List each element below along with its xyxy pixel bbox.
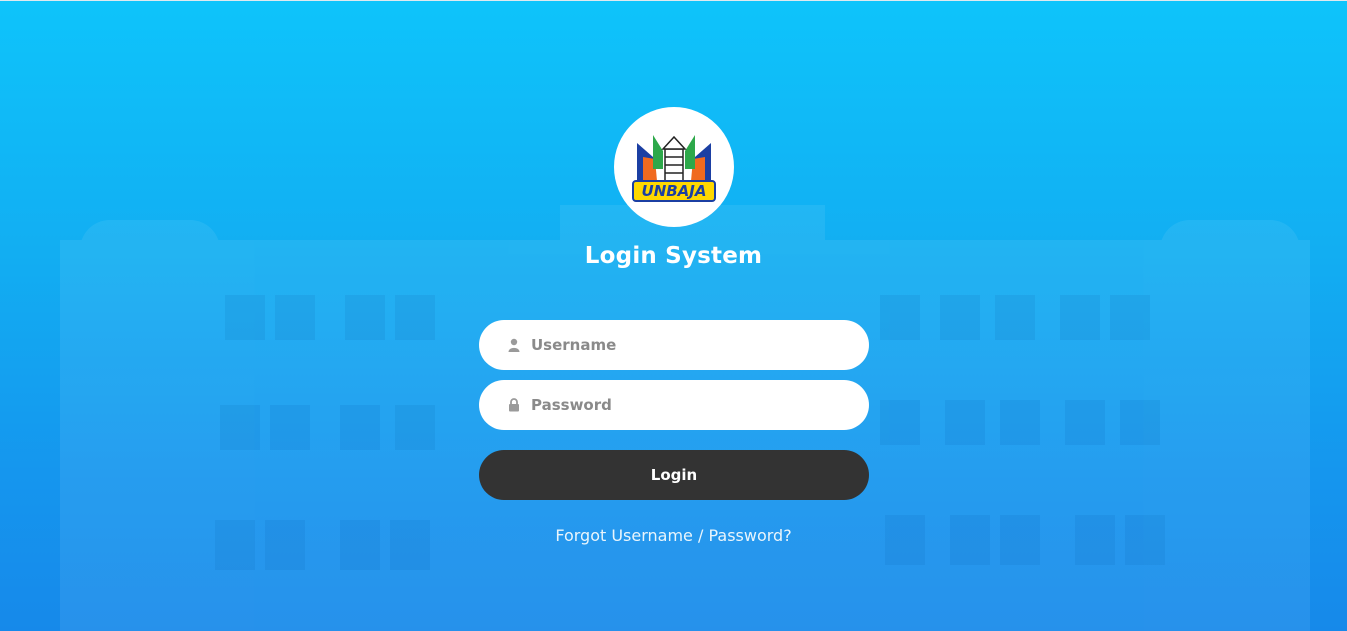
username-field[interactable] xyxy=(479,320,869,370)
forgot-credentials-link[interactable]: Forgot Username / Password? xyxy=(555,526,791,545)
svg-text:UNBAJA: UNBAJA xyxy=(642,182,707,200)
login-page: UNBAJA Login System Login Forgot Usernam… xyxy=(0,0,1347,631)
forgot-credentials-link-row: Forgot Username / Password? xyxy=(0,526,1347,545)
lock-icon xyxy=(507,397,521,413)
login-button[interactable]: Login xyxy=(479,450,869,500)
password-field[interactable] xyxy=(479,380,869,430)
page-title: Login System xyxy=(584,243,763,269)
user-icon xyxy=(507,337,521,353)
username-input[interactable] xyxy=(531,336,831,354)
password-input[interactable] xyxy=(531,396,831,414)
university-logo: UNBAJA xyxy=(614,107,734,227)
unbaja-logo-icon: UNBAJA xyxy=(632,135,716,202)
